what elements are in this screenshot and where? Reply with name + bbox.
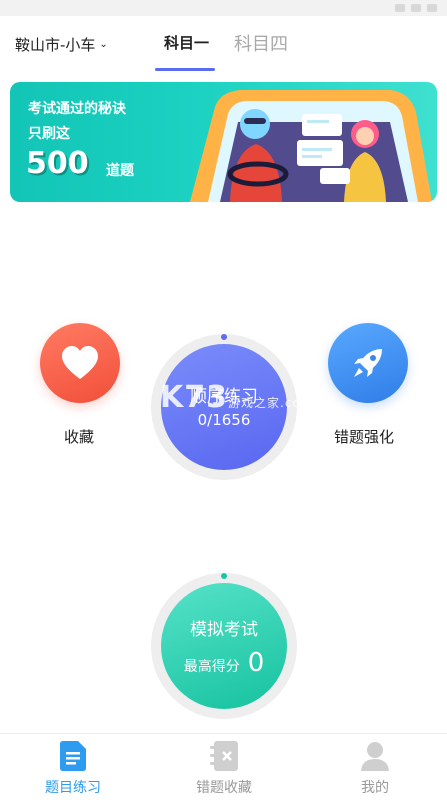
city-label: 鞍山市-小车 [15,36,96,54]
active-tab-indicator [155,68,215,71]
favorites-button[interactable] [40,323,120,403]
tab-label: 题目练习 [45,780,101,796]
tab-wrong-favorites[interactable]: 错题收藏 [164,734,284,800]
best-score-label: 最高得分 [183,658,240,675]
watermark-main: K73 [160,380,228,415]
wrong-drill-label[interactable]: 错题强化 [334,426,394,447]
car-illustration-icon [190,90,432,202]
wrong-drill-button[interactable] [328,323,408,403]
tab-mine[interactable]: 我的 [315,734,435,800]
bottom-tab-bar: 题目练习 错题收藏 我的 [0,733,447,800]
document-icon [60,741,86,771]
tab-question-practice[interactable]: 题目练习 [13,734,133,800]
site-watermark: K73游戏之家.com [160,380,313,415]
chevron-down-icon: ⌄ [99,39,108,50]
progress-dot [221,573,227,579]
notebook-icon [210,741,238,771]
heart-icon [62,346,98,379]
tab-label: 错题收藏 [196,780,252,796]
favorites-label[interactable]: 收藏 [64,426,94,447]
status-bar [0,0,447,16]
user-icon [361,742,389,771]
mock-exam-title: 模拟考试 [190,619,258,640]
city-selector[interactable]: 鞍山市-小车 ⌄ [15,34,108,55]
tab-subject-four[interactable]: 科目四 [234,30,288,56]
watermark-sub: 游戏之家 [228,396,281,410]
promo-banner[interactable]: 考试通过的秘诀 只刷这 500 道题 [10,82,437,202]
header: 鞍山市-小车 ⌄ 科目一 科目四 [0,16,447,74]
banner-line2: 只刷这 [28,126,70,142]
banner-number: 500 [26,146,89,181]
best-score-value: 0 [247,647,265,678]
banner-line1: 考试通过的秘诀 [28,101,126,117]
banner-suffix: 道题 [106,163,134,179]
rocket-icon [354,349,382,377]
tab-label: 我的 [361,780,389,796]
tab-subject-one[interactable]: 科目一 [164,32,209,53]
progress-dot [221,334,227,340]
watermark-domain: .com [280,396,314,410]
mock-exam-button[interactable]: 模拟考试 最高得分 0 [161,583,287,709]
